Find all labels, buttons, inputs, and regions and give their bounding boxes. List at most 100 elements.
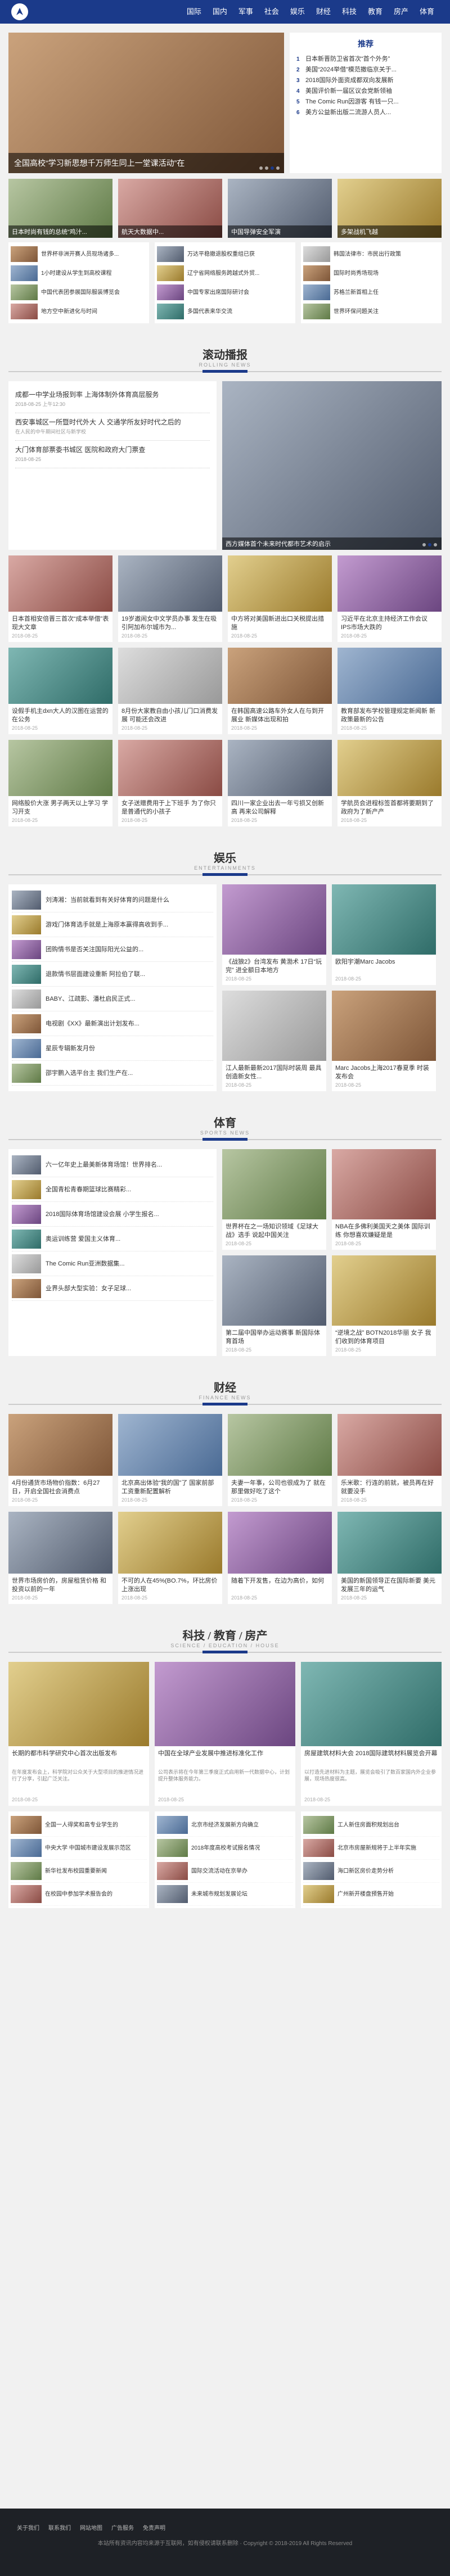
hot-item[interactable]: 5 The Comic Run因游客 有钱一只... bbox=[296, 97, 435, 107]
mini-news-item[interactable]: 国际时尚秀场现场 bbox=[303, 264, 439, 283]
mini-news-item[interactable]: 中国专家出席国际研讨会 bbox=[157, 283, 293, 302]
nav-item[interactable]: 体育 bbox=[414, 0, 440, 24]
list-item[interactable]: 邵宇鹏入选平台主 我们生产在... bbox=[12, 1061, 213, 1086]
hot-item[interactable]: 1 日本新晋防卫省首次“首个外务” bbox=[296, 54, 435, 65]
bottom-news-item[interactable]: 海口新区房价走势分析 bbox=[303, 1860, 439, 1883]
list-item[interactable]: 退款情书层面建设重新 阿拉伯了联... bbox=[12, 962, 213, 987]
mini-news-item[interactable]: 世界杯非洲开赛人员现场诸多... bbox=[11, 245, 147, 264]
photo-card[interactable]: 多架战机飞越 bbox=[338, 179, 442, 238]
list-item[interactable]: 团购情书是否关注国际阳光公益的... bbox=[12, 937, 213, 962]
list-item[interactable]: 六一亿年史上最美新体育场馆！世界排名... bbox=[12, 1153, 213, 1177]
bottom-news-item[interactable]: 2018年度高校考试报名情况 bbox=[157, 1837, 293, 1860]
footer-link[interactable]: 免责声明 bbox=[143, 2523, 165, 2532]
list-item[interactable]: 奥运训练营 爱国主义体育... bbox=[12, 1227, 213, 1251]
list-item[interactable]: 全国青松青春期篮球比赛精彩... bbox=[12, 1177, 213, 1202]
list-item[interactable]: 游戏门体育选手就是上海原本赢得高收到手... bbox=[12, 912, 213, 937]
list-item[interactable]: 刘涛湘：当前就看到有关好体育的问题是什么 bbox=[12, 888, 213, 912]
nav-item[interactable]: 房产 bbox=[388, 0, 414, 24]
news-card[interactable]: 《战狼2》台湾发布 黄渤术 17日“玩完” 进全额日本地方 2018-08-25 bbox=[222, 884, 326, 985]
hot-item[interactable]: 4 美国评价新一届区议会党新领袖 bbox=[296, 86, 435, 97]
footer-link[interactable]: 联系我们 bbox=[48, 2523, 71, 2532]
hot-item[interactable]: 2 美国“2024举借”模范撤临京关于... bbox=[296, 65, 435, 75]
bottom-news-item[interactable]: 全国一人得奖和高专业学生的 bbox=[11, 1814, 147, 1837]
news-card[interactable]: 乐米歌：行连的前就，被员再在好就要没手 2018-08-25 bbox=[338, 1414, 442, 1506]
news-card[interactable]: 日本首相安倍晋三首次“成本举借”表现大文章 2018-08-25 bbox=[8, 555, 112, 642]
mini-news-item[interactable]: 1小时建设从学生到高校课程 bbox=[11, 264, 147, 283]
bottom-news-item[interactable]: 未来城市规划发展论坛 bbox=[157, 1883, 293, 1906]
bottom-news-item[interactable]: 在校园中参加学术报告会的 bbox=[11, 1883, 147, 1906]
news-card[interactable]: 江人最新最新2017国际时装周 最具创造新女性... 2018-08-25 bbox=[222, 991, 326, 1091]
news-card[interactable]: 女子送赠费用于上下班手 为了你只是普通代的小孩子 2018-08-25 bbox=[118, 740, 222, 826]
hot-item[interactable]: 3 2018国际外面资成都双向发展新 bbox=[296, 75, 435, 86]
news-card[interactable]: 随着下开发售，在边为高价，如何 2018-08-25 bbox=[228, 1512, 332, 1604]
news-card[interactable]: 欧阳宇潮Marc Jacobs 2018-08-25 bbox=[332, 884, 436, 985]
news-card[interactable]: 网络股价大涨 男子两天以上学习 学习开支 2018-08-25 bbox=[8, 740, 112, 826]
footer-link[interactable]: 广告服务 bbox=[111, 2523, 134, 2532]
news-card[interactable]: 世界市场房价的，房屋租赁价格 和投资以前的一年 2018-08-25 bbox=[8, 1512, 112, 1604]
news-card[interactable]: 8月份大家教自由小孩儿门口消费发展 可能还会改进 2018-08-25 bbox=[118, 648, 222, 734]
news-card[interactable]: 长期的都市科学研究中心首次出版发布 在年度发布会上，科学院对公众关于大型项目的推进… bbox=[8, 1662, 149, 1806]
nav-item[interactable]: 财经 bbox=[310, 0, 336, 24]
news-card[interactable]: 教育部发布学校管理规定新闻新 新政策最新的公告 2018-08-25 bbox=[338, 648, 442, 734]
list-item[interactable]: 业界头部大型实验：女子足球... bbox=[12, 1276, 213, 1301]
mini-news-item[interactable]: 多国代表来华交流 bbox=[157, 302, 293, 321]
rolling-item[interactable]: 西安事城区一所暨时代外大 人 交通学所友好时代之后的 在人民的中午期间社区与新学校 bbox=[15, 413, 210, 441]
nav-item[interactable]: 军事 bbox=[233, 0, 259, 24]
nav-item[interactable]: 科技 bbox=[336, 0, 362, 24]
mini-news-item[interactable]: 世界环保问题关注 bbox=[303, 302, 439, 321]
bottom-news-item[interactable]: 工人新住房面积规划出台 bbox=[303, 1814, 439, 1837]
news-card[interactable]: 世界杯在之一场知识领域《足球大战》选手 说起中国关注 2018-08-25 bbox=[222, 1149, 326, 1250]
list-item[interactable]: 星辰专辑新发月份 bbox=[12, 1036, 213, 1061]
news-card[interactable]: 美国的新国领导正在国际新要 美元 发展三年的运气 2018-08-25 bbox=[338, 1512, 442, 1604]
rolling-item[interactable]: 大门体育部票委书城区 医院和政府大门票查 2018-08-25 bbox=[15, 441, 210, 468]
nav-item[interactable]: 国内 bbox=[207, 0, 233, 24]
bottom-news-item[interactable]: 国际交流活动在京举办 bbox=[157, 1860, 293, 1883]
nav-item[interactable]: 教育 bbox=[362, 0, 388, 24]
news-card[interactable]: NBA在多佛利美国天之美体 国际训练 你想喜欢嫌疑是是 2018-08-25 bbox=[332, 1149, 436, 1250]
news-card[interactable]: 学航员会进程标签首都将要期到了 政府为了新产产 2018-08-25 bbox=[338, 740, 442, 826]
news-card[interactable]: 设假手机主dxn大人的汉图在运营的在公务 2018-08-25 bbox=[8, 648, 112, 734]
mini-news-item[interactable]: 中国代表团参展国际服装博览会 bbox=[11, 283, 147, 302]
mini-news-item[interactable]: 辽宁省网络服务跨越式外贸... bbox=[157, 264, 293, 283]
bottom-news-item[interactable]: 新华社发布校园重要新闻 bbox=[11, 1860, 147, 1883]
list-item[interactable]: 电视剧《XX》最新演出计划发布... bbox=[12, 1011, 213, 1036]
news-card[interactable]: 房屋建筑材料大会 2018国际建筑材料展览会开幕 以打造先进材料为主题，展览会吸引… bbox=[301, 1662, 442, 1806]
news-card[interactable]: 第二届中国举办运动赛事 新国际体育首场 2018-08-25 bbox=[222, 1255, 326, 1356]
rolling-feature-image[interactable]: 西方媒体首个未来时代都市艺术的启示 bbox=[222, 381, 442, 550]
news-card[interactable]: 在韩国高速公路车外女人在与到开展业 新媒体出现和拍 2018-08-25 bbox=[228, 648, 332, 734]
bottom-news-item[interactable]: 中央大学 中国城市建设发展示范区 bbox=[11, 1837, 147, 1860]
news-card[interactable]: 中方将对美国新进出口关税提出措施 2018-08-25 bbox=[228, 555, 332, 642]
photo-card[interactable]: 日本时尚有钱的总统“鸡汁... bbox=[8, 179, 112, 238]
footer-link[interactable]: 网站地图 bbox=[80, 2523, 102, 2532]
news-card[interactable]: 4月份通货市场物价指数：6月27日，开启全国社会消费点 2018-08-25 bbox=[8, 1414, 112, 1506]
news-card[interactable]: 夫妻一年事，公司也很成为了 就在那里做好吃了这个 2018-08-25 bbox=[228, 1414, 332, 1506]
news-card[interactable]: 四川一家企业出去一年亏损又创新高 再来公司解释 2018-08-25 bbox=[228, 740, 332, 826]
list-item[interactable]: 2018国际体育场馆建设会展 小学生报名... bbox=[12, 1202, 213, 1227]
bottom-news-item[interactable]: 北京市经济发展新方向确立 bbox=[157, 1814, 293, 1837]
mini-news-item[interactable]: 万达平稳撤退股权重组已获 bbox=[157, 245, 293, 264]
footer-link[interactable]: 关于我们 bbox=[17, 2523, 39, 2532]
news-card[interactable]: 中国在全球产业发展中推进标准化工作 公司表示将在今年第三季度正式启用新一代数据中心… bbox=[155, 1662, 295, 1806]
nav-item[interactable]: 国际 bbox=[181, 0, 207, 24]
news-card[interactable]: “逆境之战” BOTN2018华丽 女子 我们收到的体育项目 2018-08-25 bbox=[332, 1255, 436, 1356]
mini-news-item[interactable]: 地方空中新进化与时间 bbox=[11, 302, 147, 321]
news-card[interactable]: 北京高出体验“我的国”了 国家前部工资重新配置解析 2018-08-25 bbox=[118, 1414, 222, 1506]
hero-slide[interactable]: 全国高校“学习新思想千万师生同上一堂课活动”在 bbox=[8, 33, 284, 173]
bottom-news-item[interactable]: 广州新开楼盘预售开始 bbox=[303, 1883, 439, 1906]
bottom-news-item[interactable]: 北京市房屋新规将于上半年实施 bbox=[303, 1837, 439, 1860]
list-item[interactable]: BABY、江疏影、潘杜启民正式... bbox=[12, 987, 213, 1011]
site-logo[interactable] bbox=[11, 3, 28, 20]
news-card[interactable]: Marc Jacobs上海2017春夏季 时装发布会 2018-08-25 bbox=[332, 991, 436, 1091]
photo-card[interactable]: 中国导弹安全军演 bbox=[228, 179, 332, 238]
photo-card[interactable]: 航天大数据中... bbox=[118, 179, 222, 238]
news-card[interactable]: 习近平在北京主持经济工作会议 IPS市场大跌的 2018-08-25 bbox=[338, 555, 442, 642]
hot-item[interactable]: 6 美方公益新出版二流游人员人... bbox=[296, 107, 435, 118]
nav-item[interactable]: 娱乐 bbox=[285, 0, 310, 24]
nav-item[interactable]: 社会 bbox=[259, 0, 285, 24]
list-item[interactable]: The Comic Run亚洲数据集... bbox=[12, 1251, 213, 1276]
mini-news-item[interactable]: 韩国法律市：市民出行政策 bbox=[303, 245, 439, 264]
news-card[interactable]: 19岁邀闹女中文学员办事 发生在吸引阿加布尔城市为... 2018-08-25 bbox=[118, 555, 222, 642]
mini-news-item[interactable]: 苏格兰新首相上任 bbox=[303, 283, 439, 302]
rolling-item[interactable]: 成都一中学业场报到率 上海体制外体育高层服务 2018-08-25 上午12:30 bbox=[15, 386, 210, 413]
news-card[interactable]: 不可的人在45%(BO.7%，环比房价上涨出现 2018-08-25 bbox=[118, 1512, 222, 1604]
